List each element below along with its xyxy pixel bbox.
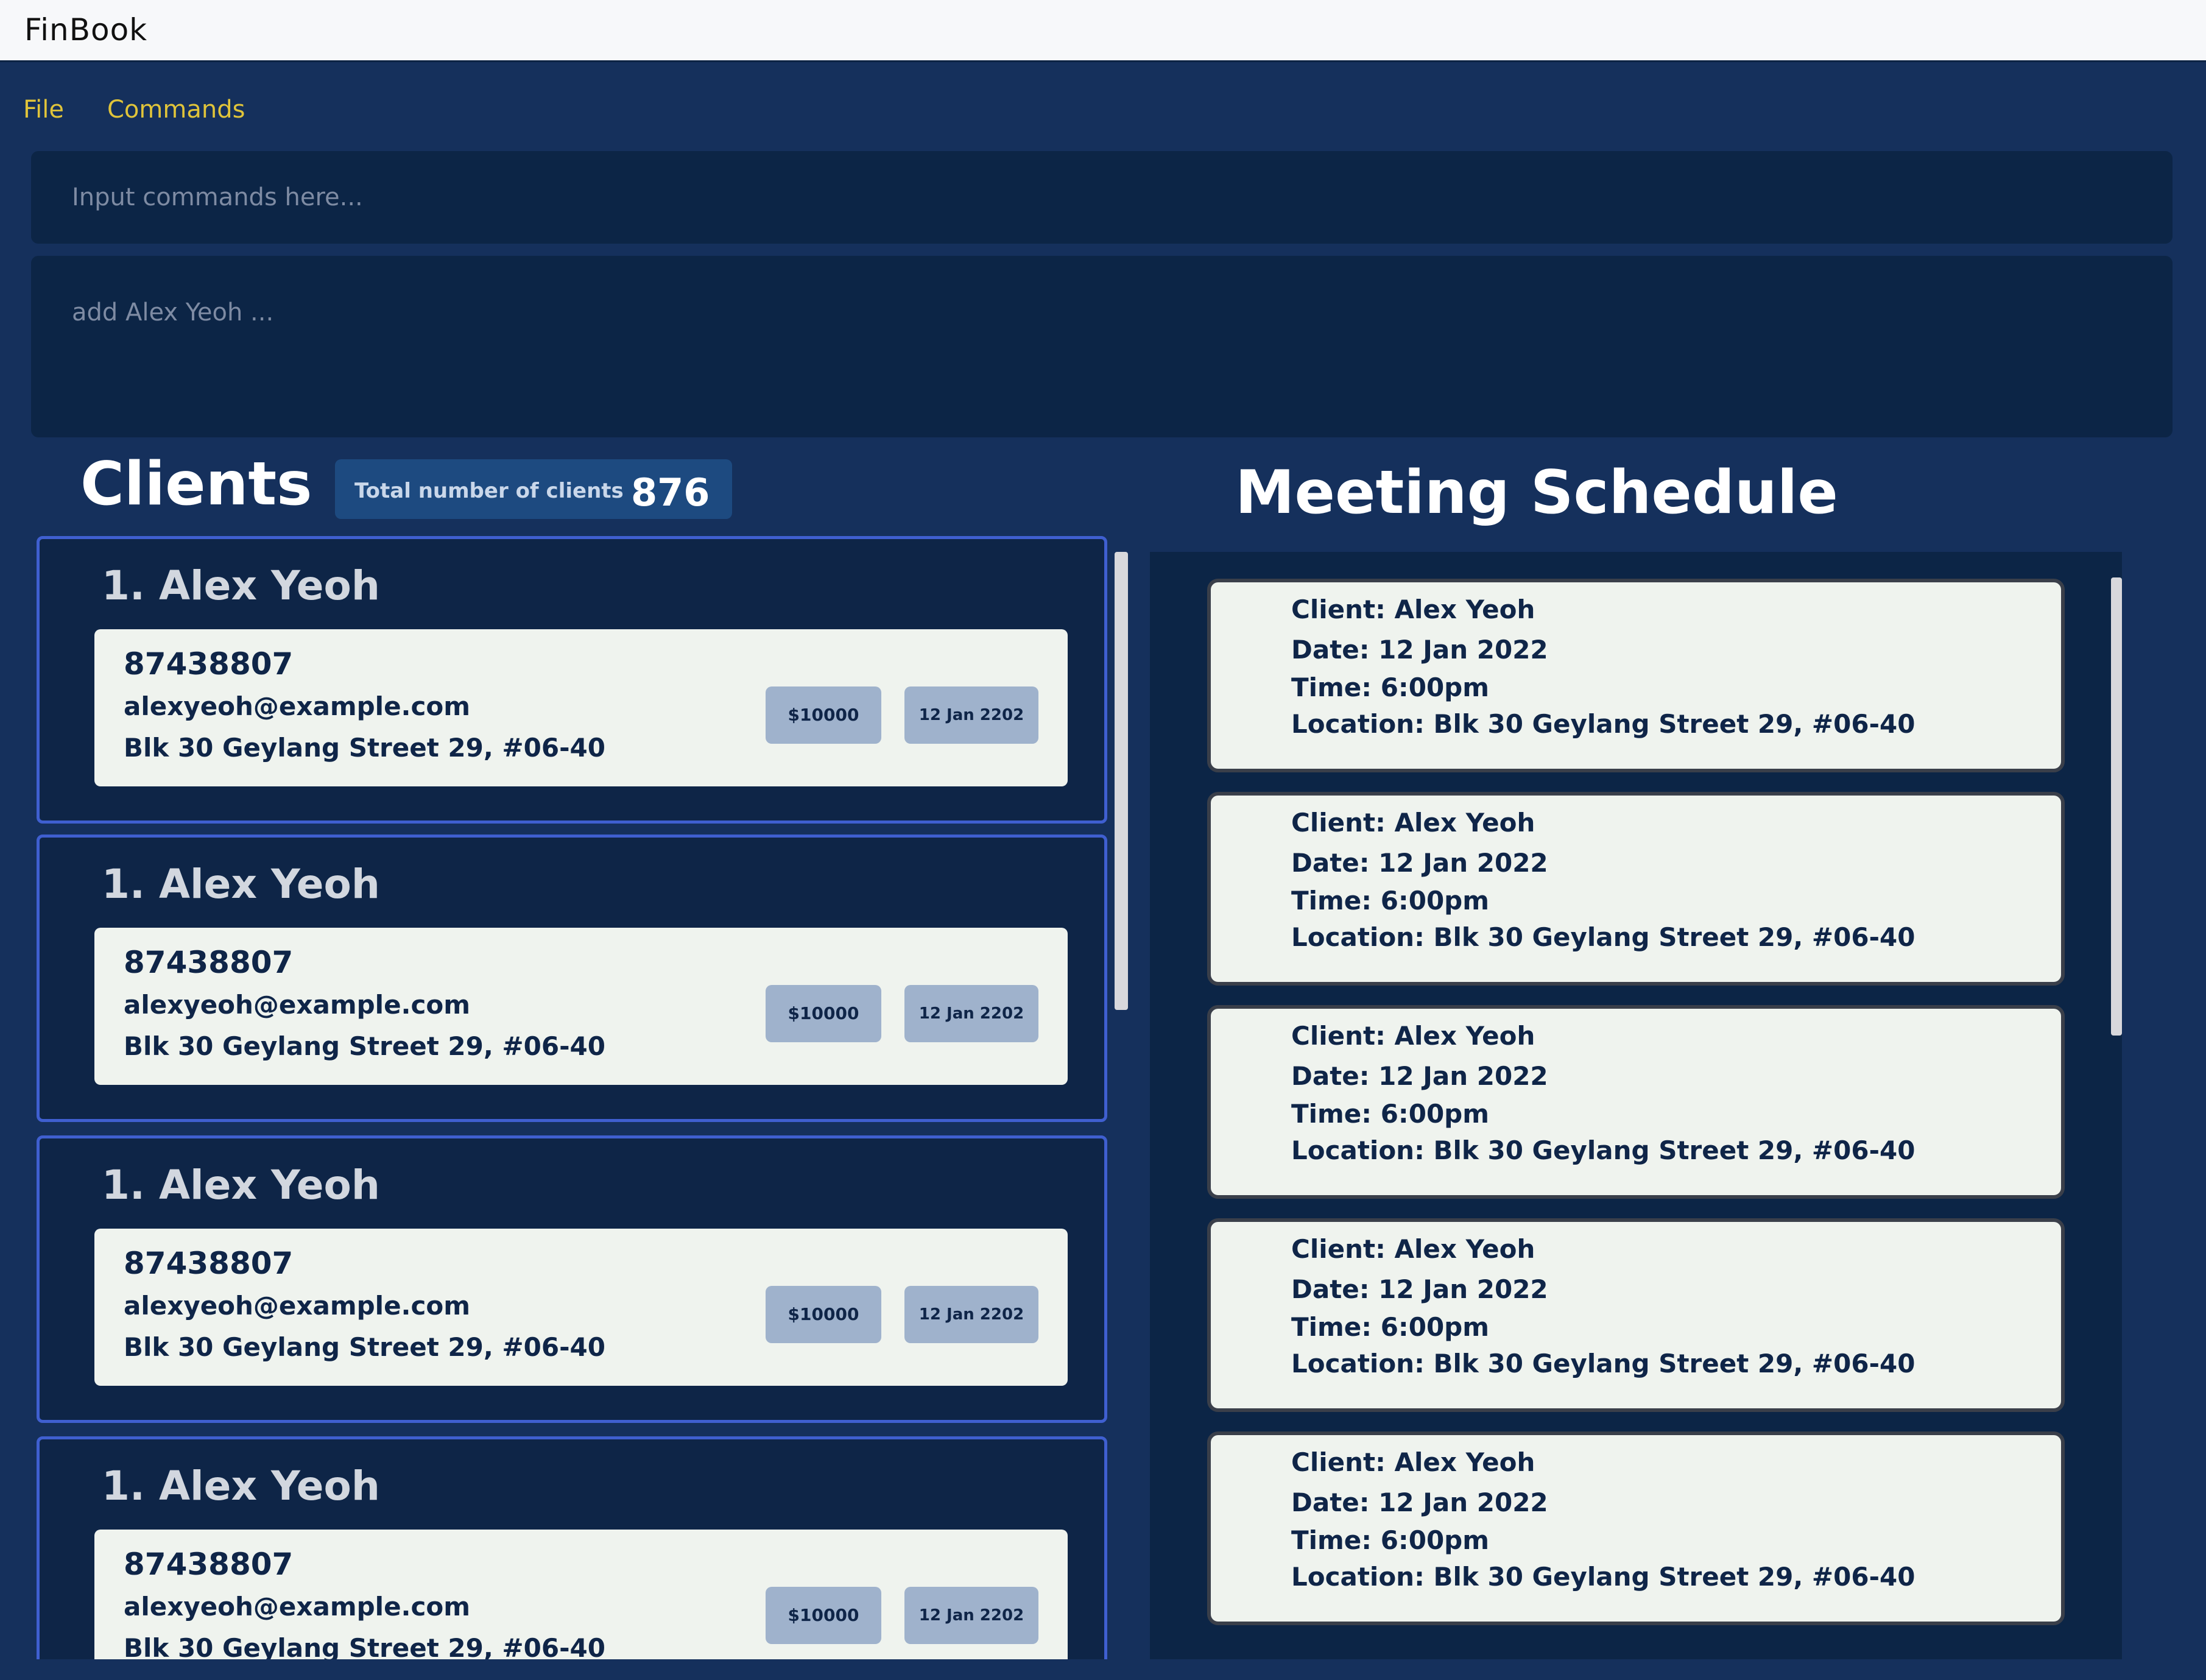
- clients-heading: Clients: [80, 450, 312, 519]
- command-input[interactable]: [31, 151, 2173, 244]
- client-name: 1. Alex Yeoh: [102, 861, 380, 908]
- meeting-card[interactable]: Client: Alex Yeoh Date: 12 Jan 2022 Time…: [1207, 1005, 2065, 1199]
- client-email: alexyeoh@example.com: [124, 990, 471, 1020]
- client-name: 1. Alex Yeoh: [102, 562, 380, 609]
- client-email: alexyeoh@example.com: [124, 691, 471, 721]
- date-tag: 12 Jan 2202: [904, 686, 1038, 744]
- client-address: Blk 30 Geylang Street 29, #06-40: [124, 1332, 605, 1362]
- client-phone: 87438807: [124, 1246, 294, 1281]
- total-clients-label: Total number of clients: [354, 479, 624, 503]
- client-name: 1. Alex Yeoh: [102, 1162, 380, 1209]
- amount-tag: $10000: [766, 1286, 881, 1343]
- meeting-card[interactable]: Client: Alex Yeoh Date: 12 Jan 2022 Time…: [1207, 579, 2065, 772]
- meeting-time: Time: 6:00pm: [1291, 1099, 1490, 1129]
- client-phone: 87438807: [124, 945, 294, 980]
- meeting-date: Date: 12 Jan 2022: [1291, 635, 1548, 665]
- client-list[interactable]: 1. Alex Yeoh 87438807 alexyeoh@example.c…: [37, 536, 1107, 1659]
- client-phone: 87438807: [124, 646, 294, 682]
- meeting-client: Client: Alex Yeoh: [1291, 808, 1535, 838]
- client-address: Blk 30 Geylang Street 29, #06-40: [124, 1031, 605, 1061]
- client-details: 87438807 alexyeoh@example.com Blk 30 Gey…: [94, 928, 1068, 1085]
- client-details: 87438807 alexyeoh@example.com Blk 30 Gey…: [94, 1530, 1068, 1659]
- client-email: alexyeoh@example.com: [124, 1592, 471, 1622]
- amount-tag: $10000: [766, 686, 881, 744]
- meeting-location: Location: Blk 30 Geylang Street 29, #06-…: [1291, 1562, 1915, 1592]
- meeting-time: Time: 6:00pm: [1291, 1312, 1490, 1342]
- client-card[interactable]: 1. Alex Yeoh 87438807 alexyeoh@example.c…: [37, 1436, 1107, 1659]
- client-address: Blk 30 Geylang Street 29, #06-40: [124, 1633, 605, 1659]
- date-tag: 12 Jan 2202: [904, 1286, 1038, 1343]
- client-card[interactable]: 1. Alex Yeoh 87438807 alexyeoh@example.c…: [37, 835, 1107, 1122]
- meeting-list-scrollbar[interactable]: [2111, 577, 2122, 1036]
- client-email: alexyeoh@example.com: [124, 1291, 471, 1321]
- meeting-client: Client: Alex Yeoh: [1291, 1234, 1535, 1264]
- app-title: FinBook: [24, 12, 148, 48]
- menu-bar: File Commands: [0, 62, 2206, 154]
- client-details: 87438807 alexyeoh@example.com Blk 30 Gey…: [94, 1229, 1068, 1386]
- meeting-location: Location: Blk 30 Geylang Street 29, #06-…: [1291, 709, 1915, 739]
- meeting-list[interactable]: Client: Alex Yeoh Date: 12 Jan 2022 Time…: [1150, 552, 2122, 1659]
- meeting-location: Location: Blk 30 Geylang Street 29, #06-…: [1291, 1349, 1915, 1378]
- meeting-location: Location: Blk 30 Geylang Street 29, #06-…: [1291, 922, 1915, 952]
- meeting-client: Client: Alex Yeoh: [1291, 1447, 1535, 1477]
- amount-tag: $10000: [766, 985, 881, 1042]
- amount-tag: $10000: [766, 1587, 881, 1644]
- meeting-date: Date: 12 Jan 2022: [1291, 1061, 1548, 1091]
- date-tag: 12 Jan 2202: [904, 985, 1038, 1042]
- title-bar: FinBook: [0, 0, 2206, 62]
- menu-commands[interactable]: Commands: [107, 96, 245, 124]
- meeting-time: Time: 6:00pm: [1291, 1525, 1490, 1555]
- meeting-card[interactable]: Client: Alex Yeoh Date: 12 Jan 2022 Time…: [1207, 1431, 2065, 1625]
- meeting-time: Time: 6:00pm: [1291, 886, 1490, 916]
- meeting-card[interactable]: Client: Alex Yeoh Date: 12 Jan 2022 Time…: [1207, 1218, 2065, 1412]
- result-display: add Alex Yeoh ...: [31, 256, 2173, 437]
- total-clients-badge: Total number of clients 876: [335, 459, 732, 519]
- total-clients-count: 876: [631, 470, 710, 515]
- client-list-scrollbar[interactable]: [1115, 552, 1128, 1010]
- client-phone: 87438807: [124, 1547, 294, 1582]
- menu-file[interactable]: File: [23, 96, 64, 124]
- meeting-card[interactable]: Client: Alex Yeoh Date: 12 Jan 2022 Time…: [1207, 792, 2065, 986]
- result-text: add Alex Yeoh ...: [72, 298, 274, 326]
- client-address: Blk 30 Geylang Street 29, #06-40: [124, 733, 605, 763]
- meeting-date: Date: 12 Jan 2022: [1291, 1488, 1548, 1517]
- client-card[interactable]: 1. Alex Yeoh 87438807 alexyeoh@example.c…: [37, 1135, 1107, 1423]
- date-tag: 12 Jan 2202: [904, 1587, 1038, 1644]
- meeting-time: Time: 6:00pm: [1291, 672, 1490, 702]
- meeting-date: Date: 12 Jan 2022: [1291, 1274, 1548, 1304]
- command-box: [31, 151, 2173, 244]
- meeting-client: Client: Alex Yeoh: [1291, 1021, 1535, 1051]
- client-name: 1. Alex Yeoh: [102, 1463, 380, 1509]
- meeting-location: Location: Blk 30 Geylang Street 29, #06-…: [1291, 1135, 1915, 1165]
- client-card[interactable]: 1. Alex Yeoh 87438807 alexyeoh@example.c…: [37, 536, 1107, 824]
- meeting-client: Client: Alex Yeoh: [1291, 595, 1535, 624]
- meeting-schedule-heading: Meeting Schedule: [1235, 458, 1838, 528]
- client-details: 87438807 alexyeoh@example.com Blk 30 Gey…: [94, 629, 1068, 786]
- meeting-date: Date: 12 Jan 2022: [1291, 848, 1548, 878]
